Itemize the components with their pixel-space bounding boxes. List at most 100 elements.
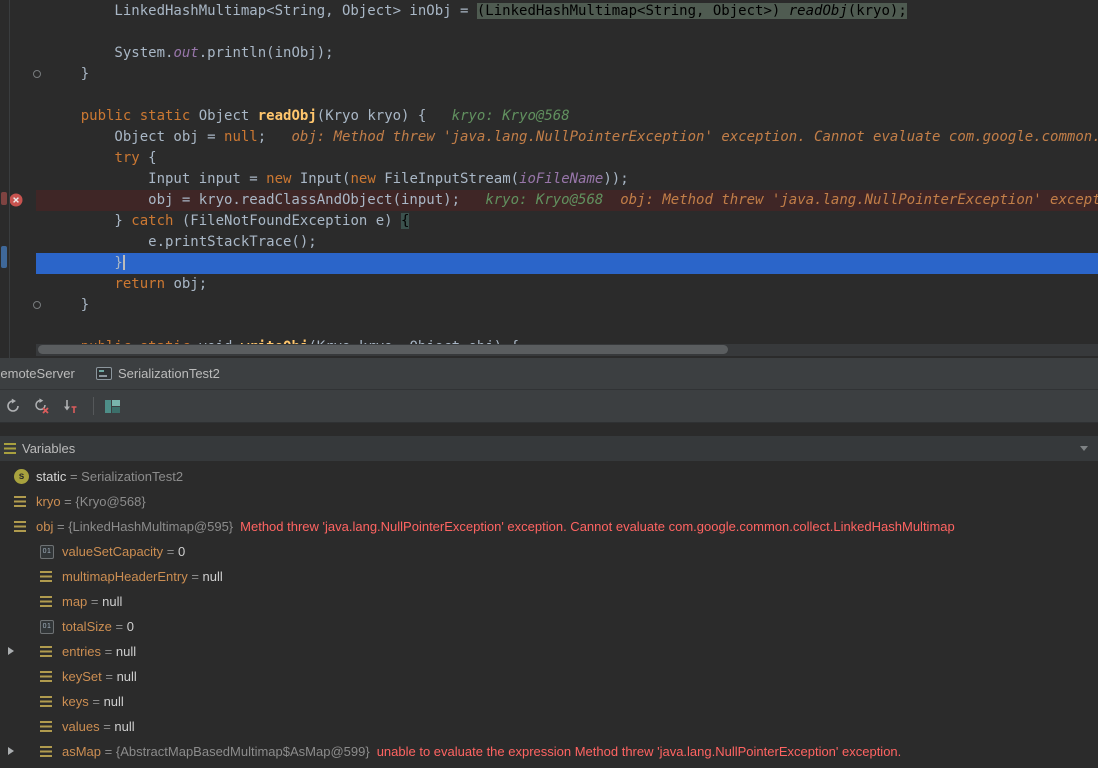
variable-row-values[interactable]: values = null (0, 714, 1098, 739)
equals-sign: = (101, 644, 116, 659)
horizontal-scrollbar[interactable] (36, 344, 1098, 356)
variable-name: multimapHeaderEntry (62, 569, 188, 584)
code-segment: ; (257, 129, 267, 145)
code-text: } catch (FileNotFoundException e) { (47, 211, 410, 232)
variable-row-valueSetCapacity[interactable]: 01 valueSetCapacity = 0 (0, 539, 1098, 564)
variable-row-obj[interactable]: obj = {LinkedHashMultimap@595} Method thr… (0, 514, 1098, 539)
rerun-failed-icon[interactable] (33, 398, 49, 414)
equals-sign: = (101, 669, 117, 684)
code-line-3[interactable]: System.out.println(inObj); (0, 43, 1098, 64)
variable-row-static[interactable]: s static = SerializationTest2 (0, 464, 1098, 489)
rerun-icon[interactable] (5, 398, 21, 414)
equals-sign: = (88, 694, 104, 709)
restore-layout-icon[interactable] (104, 398, 120, 414)
field-icon (40, 746, 52, 758)
field-icon (14, 521, 26, 533)
fold-marker-icon[interactable] (33, 301, 41, 309)
panel-menu-icon[interactable] (1080, 446, 1088, 451)
code-text: LinkedHashMultimap<String, Object> inObj… (47, 1, 907, 22)
code-text: System.out.println(inObj); (47, 43, 333, 64)
variables-icon (4, 443, 16, 455)
variable-value: {LinkedHashMultimap@595} (68, 519, 234, 534)
code-segment: ioFileName (519, 171, 604, 187)
tab-serializationtest2[interactable]: SerializationTest2 (96, 358, 220, 389)
code-segment: (kryo); (847, 3, 907, 19)
variable-value: SerializationTest2 (81, 469, 184, 484)
code-line-4[interactable]: } (0, 64, 1098, 85)
debug-toolbar (0, 390, 1098, 423)
code-line-16[interactable] (0, 316, 1098, 337)
code-text: Input input = new Input(new FileInputStr… (47, 169, 629, 190)
variable-row-keySet[interactable]: keySet = null (0, 664, 1098, 689)
stripe-mark-red (1, 192, 7, 205)
variable-text: map = null (62, 589, 122, 614)
editor-left-stripe (0, 0, 10, 358)
console-icon (96, 367, 112, 380)
field-icon (40, 696, 52, 708)
code-segment: )); (603, 171, 629, 187)
variable-text: values = null (62, 714, 135, 739)
equals-sign: = (111, 619, 127, 634)
variable-row-asMap[interactable]: asMap = {AbstractMapBasedMultimap$AsMap@… (0, 739, 1098, 764)
variable-row-entries[interactable]: entries = null (0, 639, 1098, 664)
scrollbar-thumb[interactable] (38, 345, 728, 354)
variables-tree: s static = SerializationTest2 kryo = {Kryo… (0, 461, 1098, 768)
code-segment: kryo: Kryo@568 (485, 192, 604, 208)
code-line-2[interactable] (0, 22, 1098, 43)
code-segment: (FileNotFoundException e) (173, 213, 402, 229)
code-segment: obj: Method threw 'java.lang.NullPointer… (291, 129, 1098, 145)
tab-remoteserver[interactable]: RemoteServer (0, 358, 75, 389)
expand-toggle-icon[interactable] (8, 747, 14, 755)
code-line-11[interactable]: } catch (FileNotFoundException e) { (0, 211, 1098, 232)
code-segment: kryo: Kryo@568 (451, 108, 570, 124)
tab-label: SerializationTest2 (118, 366, 220, 381)
variable-row-kryo[interactable]: kryo = {Kryo@568} (0, 489, 1098, 514)
variable-name: totalSize (62, 619, 112, 634)
code-segment: return (114, 276, 166, 292)
code-segment: (Kryo kryo) { (316, 108, 427, 124)
code-line-5[interactable] (0, 85, 1098, 106)
tab-label: RemoteServer (0, 366, 75, 381)
fold-marker-icon[interactable] (33, 70, 41, 78)
variable-text: entries = null (62, 639, 136, 664)
code-line-9[interactable]: Input input = new Input(new FileInputStr… (0, 169, 1098, 190)
code-line-15[interactable]: } (0, 295, 1098, 316)
code-line-1[interactable]: LinkedHashMultimap<String, Object> inObj… (0, 1, 1098, 22)
expand-toggle-icon[interactable] (8, 647, 14, 655)
code-text: } (47, 64, 89, 85)
toolbar-separator (93, 397, 94, 415)
variable-name: static (36, 469, 67, 484)
code-line-13[interactable]: } (0, 253, 1098, 274)
code-line-6[interactable]: public static Object readObj(Kryo kryo) … (0, 106, 1098, 127)
code-line-12[interactable]: e.printStackTrace(); (0, 232, 1098, 253)
code-segment: catch (131, 213, 174, 229)
variable-row-keys[interactable]: keys = null (0, 689, 1098, 714)
breakpoint-icon[interactable] (9, 193, 23, 207)
ide-window: LinkedHashMultimap<String, Object> inObj… (0, 0, 1098, 768)
variable-text: keys = null (62, 689, 124, 714)
code-segment: new (266, 171, 292, 187)
code-text: obj = kryo.readClassAndObject(input); kr… (47, 190, 1098, 211)
primitive-icon: 01 (40, 620, 54, 634)
variable-row-map[interactable]: map = null (0, 589, 1098, 614)
variable-value: null (115, 644, 137, 659)
code-text: public static Object readObj(Kryo kryo) … (47, 106, 570, 127)
field-icon (14, 496, 26, 508)
code-line-10[interactable]: obj = kryo.readClassAndObject(input); kr… (0, 190, 1098, 211)
variable-name: entries (62, 644, 102, 659)
code-line-7[interactable]: Object obj = null; obj: Method threw 'ja… (0, 127, 1098, 148)
code-line-8[interactable]: try { (0, 148, 1098, 169)
type-filter-icon[interactable] (61, 398, 77, 414)
variable-name: obj (36, 519, 54, 534)
code-segment: obj: Method threw 'java.lang.NullPointer… (620, 192, 1098, 208)
variable-row-multimapHeaderEntry[interactable]: multimapHeaderEntry = null (0, 564, 1098, 589)
variable-row-totalSize[interactable]: 01 totalSize = 0 (0, 614, 1098, 639)
code-segment: Object (198, 108, 258, 124)
variables-header: Variables (0, 436, 1098, 461)
code-line-14[interactable]: return obj; (0, 274, 1098, 295)
variable-value: 0 (178, 544, 186, 559)
code-editor[interactable]: LinkedHashMultimap<String, Object> inObj… (0, 0, 1098, 358)
